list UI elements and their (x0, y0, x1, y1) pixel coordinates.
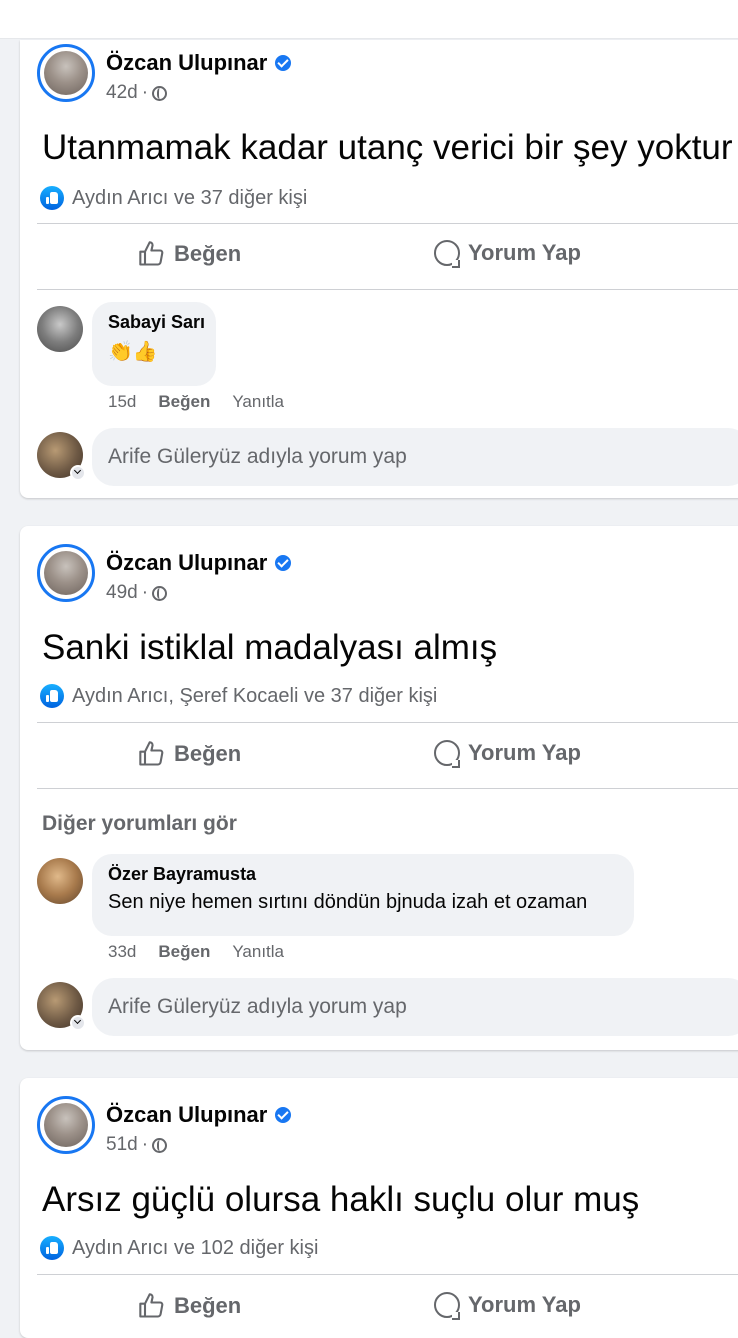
comment-text: Sen niye hemen sırtını döndün bjnuda iza… (108, 891, 588, 913)
verified-badge-icon (275, 55, 292, 71)
like-reaction-icon (40, 1236, 64, 1260)
see-more-comments-link[interactable]: Diğer yorumları gör (42, 812, 237, 836)
like-label: Beğen (174, 1293, 242, 1318)
like-button[interactable]: Beğen (138, 240, 241, 268)
post-card: Özcan Ulupınar 49d · Sanki istiklal mada… (20, 526, 738, 1050)
divider (37, 289, 738, 290)
reaction-names[interactable]: Aydın Arıcı ve 37 diğer kişi (72, 187, 307, 210)
divider (37, 223, 738, 224)
thumbs-up-icon (139, 241, 164, 266)
post-meta: 49d · (106, 582, 168, 604)
commenter-avatar[interactable] (37, 858, 83, 904)
comment-button[interactable]: Yorum Yap (434, 240, 581, 268)
chevron-down-icon[interactable] (70, 1015, 86, 1031)
author-name-text[interactable]: Özcan Ulupınar (106, 50, 267, 76)
write-comment-placeholder: Arife Güleryüz adıyla yorum yap (108, 995, 407, 1018)
comment-actions: 15d Beğen Yanıtla (108, 392, 284, 412)
speech-bubble-icon (434, 740, 460, 768)
post-time[interactable]: 42d (106, 82, 138, 104)
post-card: Özcan Ulupınar 51d · Arsız güçlü olursa … (20, 1078, 738, 1338)
globe-icon (152, 1137, 168, 1153)
commenter-name[interactable]: Sabayi Sarı (108, 312, 205, 333)
globe-icon (152, 85, 168, 101)
globe-icon (152, 585, 168, 601)
like-reaction-icon (40, 186, 64, 210)
author-name[interactable]: Özcan Ulupınar (106, 1102, 292, 1128)
top-bar (0, 0, 738, 39)
comment-time[interactable]: 33d (108, 942, 136, 962)
comment-label: Yorum Yap (468, 740, 581, 765)
speech-bubble-icon (434, 240, 460, 268)
author-name[interactable]: Özcan Ulupınar (106, 50, 292, 76)
post-card: Özcan Ulupınar 42d · Utanmamak kadar uta… (20, 40, 738, 498)
post-meta: 51d · (106, 1134, 168, 1156)
verified-badge-icon (275, 555, 292, 571)
write-comment-placeholder: Arife Güleryüz adıyla yorum yap (108, 445, 407, 468)
meta-separator: · (141, 82, 149, 103)
like-label: Beğen (174, 741, 242, 766)
comment-time[interactable]: 15d (108, 392, 136, 412)
thumbs-up-icon (139, 1293, 164, 1318)
post-text: Utanmamak kadar utanç verici bir şey yok… (42, 128, 733, 167)
post-text: Arsız güçlü olursa haklı suçlu olur muş (42, 1180, 640, 1219)
author-avatar[interactable] (37, 44, 95, 102)
author-name-text[interactable]: Özcan Ulupınar (106, 1102, 267, 1128)
like-label: Beğen (174, 241, 242, 266)
divider (37, 1274, 738, 1275)
meta-separator: · (141, 582, 149, 603)
reaction-summary[interactable]: Aydın Arıcı ve 102 diğer kişi (40, 1236, 318, 1260)
divider (37, 788, 738, 789)
comment-button[interactable]: Yorum Yap (434, 1292, 581, 1320)
reaction-names[interactable]: Aydın Arıcı, Şeref Kocaeli ve 37 diğer k… (72, 685, 437, 708)
comment-actions: 33d Beğen Yanıtla (108, 942, 284, 962)
verified-badge-icon (275, 1107, 292, 1123)
like-button[interactable]: Beğen (138, 740, 241, 768)
comment-bubble: Sabayi Sarı 👏👍 (92, 302, 216, 386)
like-reaction-icon (40, 684, 64, 708)
post-time[interactable]: 51d (106, 1134, 138, 1156)
meta-separator: · (141, 1134, 149, 1155)
post-text: Sanki istiklal madalyası almış (42, 628, 498, 667)
chevron-down-icon[interactable] (70, 465, 86, 481)
comment-like-button[interactable]: Beğen (158, 942, 210, 962)
speech-bubble-icon (434, 1292, 460, 1320)
current-user-avatar[interactable] (37, 982, 86, 1031)
current-user-avatar[interactable] (37, 432, 86, 481)
divider (37, 722, 738, 723)
post-time[interactable]: 49d (106, 582, 138, 604)
reaction-names[interactable]: Aydın Arıcı ve 102 diğer kişi (72, 1237, 318, 1260)
comment-bubble: Özer Bayramusta Sen niye hemen sırtını d… (92, 854, 634, 936)
thumbs-up-icon (139, 741, 164, 766)
comment-label: Yorum Yap (468, 240, 581, 265)
like-button[interactable]: Beğen (138, 1292, 241, 1320)
comment-reply-button[interactable]: Yanıtla (232, 392, 284, 412)
comment-reply-button[interactable]: Yanıtla (232, 942, 284, 962)
commenter-avatar[interactable] (37, 306, 83, 352)
author-avatar[interactable] (37, 544, 95, 602)
author-avatar[interactable] (37, 1096, 95, 1154)
comment-label: Yorum Yap (468, 1292, 581, 1317)
write-comment-input[interactable]: Arife Güleryüz adıyla yorum yap (92, 428, 738, 486)
author-name[interactable]: Özcan Ulupınar (106, 550, 292, 576)
reaction-summary[interactable]: Aydın Arıcı ve 37 diğer kişi (40, 186, 307, 210)
commenter-name[interactable]: Özer Bayramusta (108, 864, 618, 885)
post-meta: 42d · (106, 82, 168, 104)
comment-like-button[interactable]: Beğen (158, 392, 210, 412)
reaction-summary[interactable]: Aydın Arıcı, Şeref Kocaeli ve 37 diğer k… (40, 684, 437, 708)
author-name-text[interactable]: Özcan Ulupınar (106, 550, 267, 576)
comment-button[interactable]: Yorum Yap (434, 740, 581, 768)
write-comment-input[interactable]: Arife Güleryüz adıyla yorum yap (92, 978, 738, 1036)
comment-text: 👏👍 (108, 341, 158, 363)
